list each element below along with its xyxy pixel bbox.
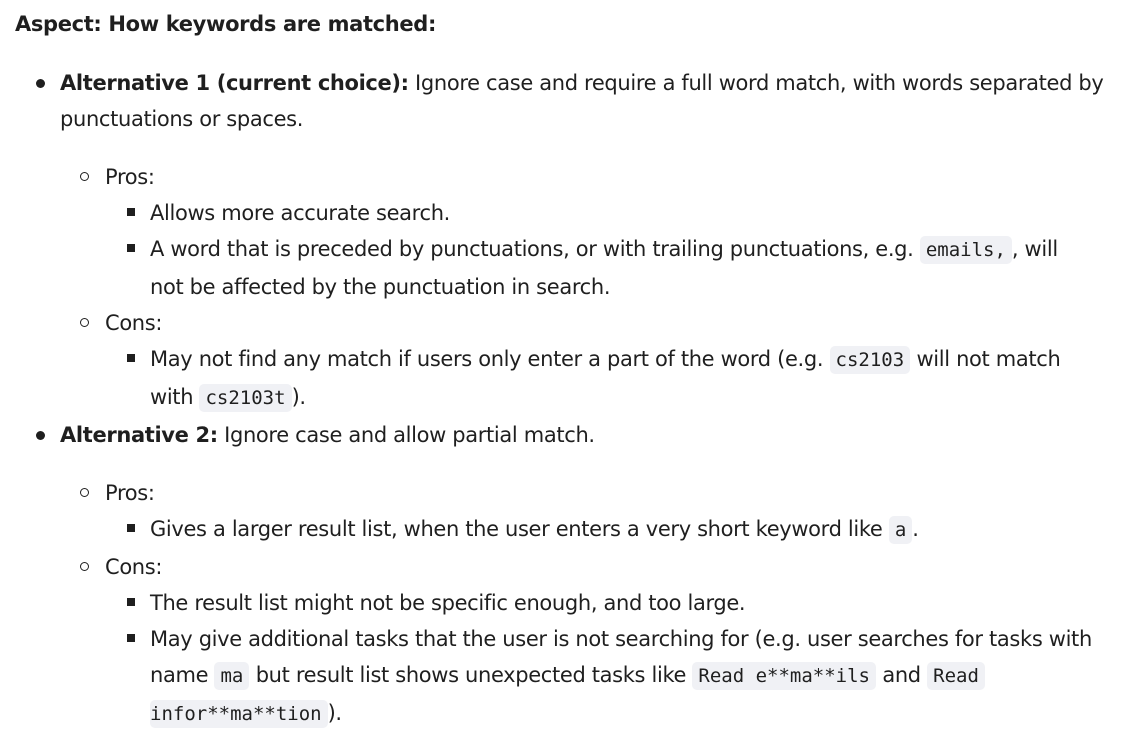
text: May not find any match if users only ent… bbox=[150, 347, 824, 371]
alt2-con2-line1: May give additional tasks that the user … bbox=[150, 627, 1092, 651]
alt2-label: Alternative 2: bbox=[60, 423, 218, 447]
alt2-line1: Alternative 2: Ignore case and allow par… bbox=[60, 423, 595, 447]
inline-code: cs2103t bbox=[199, 384, 292, 412]
inline-code: ma bbox=[214, 662, 250, 690]
alt1-line2: punctuations or spaces. bbox=[60, 107, 304, 131]
inline-code: Read e**ma**ils bbox=[692, 662, 876, 690]
text: name bbox=[150, 663, 209, 687]
alt1-cons-label: Cons: bbox=[105, 311, 163, 335]
alt2-text: Ignore case and allow partial match. bbox=[217, 423, 595, 447]
text: ). bbox=[291, 385, 307, 409]
alt1-pro1: Allows more accurate search. bbox=[150, 201, 450, 225]
inline-code: Read bbox=[927, 662, 985, 690]
alt1-line1: Alternative 1 (current choice): Ignore c… bbox=[60, 71, 1104, 95]
alt1-pros-label: Pros: bbox=[105, 165, 155, 189]
text: , will bbox=[1011, 237, 1058, 261]
alt2-cons-label: Cons: bbox=[105, 555, 163, 579]
text: . bbox=[912, 517, 919, 541]
text: with bbox=[150, 385, 194, 409]
alt1-pro2-line1: A word that is preceded by punctuations,… bbox=[150, 236, 1058, 264]
square-bullet bbox=[127, 524, 135, 532]
alt1-label: Alternative 1 (current choice): bbox=[60, 71, 409, 95]
alt1-con1-line2: with cs2103t). bbox=[150, 384, 307, 412]
alt2-con2-line2: name ma but result list shows unexpected… bbox=[150, 662, 985, 690]
inline-code: infor**ma**tion bbox=[150, 700, 328, 728]
aspect-heading: Aspect: How keywords are matched: bbox=[15, 12, 436, 36]
inline-code: emails, bbox=[919, 236, 1012, 264]
inline-code: a bbox=[888, 516, 913, 544]
alt1-pro2-line2: not be affected by the punctuation in se… bbox=[150, 275, 611, 299]
circle-bullet bbox=[80, 562, 89, 571]
circle-bullet bbox=[80, 488, 89, 497]
inline-code: cs2103 bbox=[829, 346, 911, 374]
circle-bullet bbox=[80, 172, 89, 181]
alt1-text: Ignore case and require a full word matc… bbox=[408, 71, 1104, 95]
square-bullet bbox=[127, 244, 135, 252]
text: and bbox=[882, 663, 921, 687]
square-bullet bbox=[127, 208, 135, 216]
square-bullet bbox=[127, 354, 135, 362]
alt2-con2-line3: infor**ma**tion). bbox=[150, 700, 343, 728]
alt2-pro1: Gives a larger result list, when the use… bbox=[150, 516, 919, 544]
disc-bullet bbox=[36, 79, 45, 88]
alt2-pros-label: Pros: bbox=[105, 481, 155, 505]
square-bullet bbox=[127, 634, 135, 642]
circle-bullet bbox=[80, 318, 89, 327]
document: Aspect: How keywords are matched: Altern… bbox=[0, 0, 1138, 743]
text: ). bbox=[327, 701, 343, 725]
text: A word that is preceded by punctuations,… bbox=[150, 237, 914, 261]
text: will not match bbox=[916, 347, 1061, 371]
text: Gives a larger result list, when the use… bbox=[150, 517, 883, 541]
disc-bullet bbox=[36, 431, 45, 440]
square-bullet bbox=[127, 598, 135, 606]
alt1-con1-line1: May not find any match if users only ent… bbox=[150, 346, 1061, 374]
text: but result list shows unexpected tasks l… bbox=[255, 663, 687, 687]
alt2-con1: The result list might not be specific en… bbox=[150, 591, 746, 615]
